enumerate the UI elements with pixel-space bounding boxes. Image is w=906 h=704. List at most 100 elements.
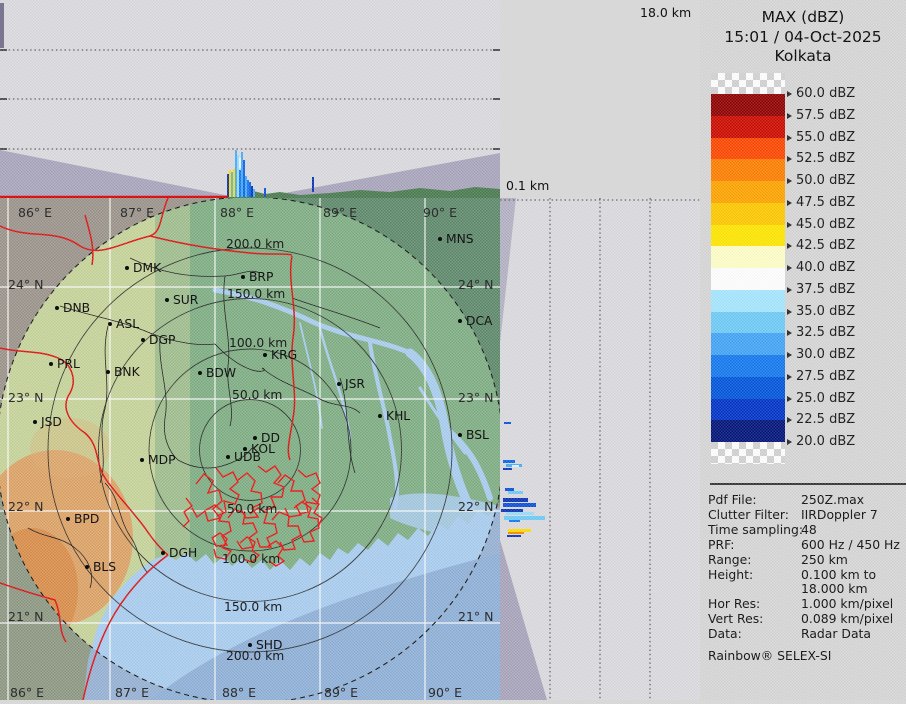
legend-swatch xyxy=(711,333,785,355)
info-label: Hor Res: xyxy=(708,596,761,612)
city-label: JSR xyxy=(345,377,365,391)
info-row: PRF: 600 Hz / 450 Hz xyxy=(708,536,902,553)
legend-swatch xyxy=(711,442,785,464)
legend-label: 60.0 dBZ xyxy=(787,87,855,101)
tick-arrow-icon xyxy=(787,112,792,119)
latitude-label: 21° N xyxy=(8,609,44,624)
side-projection-graphic xyxy=(500,198,700,700)
info-value: 0.100 km to 18.000 km xyxy=(801,566,877,597)
city-marker xyxy=(161,551,165,555)
range-ring-label: 100.0 km xyxy=(229,336,288,350)
city-label: BRP xyxy=(249,270,274,284)
city-label: DGP xyxy=(149,333,176,347)
info-value: 0.089 km/pixel xyxy=(801,611,894,627)
range-ring-label: 150.0 km xyxy=(224,600,283,614)
tick-arrow-icon xyxy=(787,330,792,337)
legend-label: 52.5 dBZ xyxy=(787,152,855,166)
city-marker xyxy=(438,237,442,241)
legend-swatch xyxy=(711,376,785,399)
city-label: BSL xyxy=(466,428,489,442)
legend-swatch xyxy=(711,246,785,268)
info-value: IIRDoppler 7 xyxy=(801,506,878,522)
legend-label: 57.5 dBZ xyxy=(787,107,856,123)
longitude-label: 90° E xyxy=(428,685,463,700)
city-marker xyxy=(337,382,341,386)
legend-value: 60.0 dBZ xyxy=(796,86,856,101)
legend-value: 37.5 dBZ xyxy=(796,281,856,297)
legend-swatch xyxy=(711,159,785,181)
legend-swatch xyxy=(711,224,785,247)
map-label-layer: MNS DMK BRP SUR DNB DCA ASL DGP KRG PRL BNK BDW JSR K… xyxy=(0,198,500,700)
tick-arrow-icon xyxy=(787,265,792,271)
height-axis-min-label: 0.1 km xyxy=(506,178,550,193)
city-marker xyxy=(108,322,112,326)
city-marker xyxy=(49,362,53,366)
height-axis-max-label: 18.0 km xyxy=(640,5,692,20)
city-marker xyxy=(140,458,144,462)
city-marker xyxy=(241,275,245,279)
legend-value: 55.0 dBZ xyxy=(796,129,856,145)
city-label: JSD xyxy=(41,415,62,429)
city-label: KRG xyxy=(271,348,298,362)
legend-value: 20.0 dBZ xyxy=(796,434,856,449)
info-rows: Pdf File: 250Z.max Clutter Filter: IIRDoppl… xyxy=(708,492,902,642)
legend-swatch xyxy=(711,73,785,94)
legend-swatch xyxy=(711,289,785,312)
legend-label: 55.0 dBZ xyxy=(787,129,856,145)
legend-label: 35.0 dBZ xyxy=(787,304,855,319)
city-marker xyxy=(33,420,37,424)
tick-arrow-icon xyxy=(787,199,792,206)
latitude-label: 24° N xyxy=(8,277,44,292)
city-marker xyxy=(253,436,257,440)
city-label: MNS xyxy=(446,232,474,246)
tick-arrow-icon xyxy=(787,221,792,228)
tick-arrow-icon xyxy=(787,134,792,141)
tick-arrow-icon xyxy=(787,373,792,380)
city-label: BNK xyxy=(114,365,140,379)
city-marker xyxy=(106,370,110,374)
tick-arrow-icon xyxy=(787,243,792,250)
info-label: Pdf File: xyxy=(708,492,757,507)
latitude-label: 23° N xyxy=(8,390,44,405)
legend-label: 30.0 dBZ xyxy=(787,348,855,362)
legend-swatch xyxy=(711,311,785,334)
longitude-label: 87° E xyxy=(120,205,155,220)
tick-arrow-icon xyxy=(787,308,792,315)
tick-arrow-icon xyxy=(787,156,792,163)
city-marker xyxy=(378,414,382,418)
city-marker xyxy=(125,266,129,270)
city-label: BDW xyxy=(206,366,237,380)
legend-label: 27.5 dBZ xyxy=(787,369,855,384)
info-label: Height: xyxy=(708,566,754,582)
tick-arrow-icon xyxy=(787,178,792,184)
tick-arrow-icon xyxy=(787,417,792,424)
legend-swatch xyxy=(711,202,785,225)
longitude-label: 89° E xyxy=(323,205,358,220)
legend-value: 45.0 dBZ xyxy=(796,216,856,232)
range-ring-label: 50.0 km xyxy=(232,388,283,402)
latitude-label: 24° N xyxy=(458,277,494,292)
city-marker xyxy=(198,371,202,375)
range-ring-label: 50.0 km xyxy=(227,502,278,516)
info-value: 250 km xyxy=(801,551,848,567)
separator-line xyxy=(710,483,906,485)
info-value: 600 Hz / 450 Hz xyxy=(801,536,900,552)
city-label: DGH xyxy=(169,546,198,560)
info-row: Pdf File: 250Z.max xyxy=(708,492,902,508)
tick-arrow-icon xyxy=(787,91,792,97)
legend-label: 40.0 dBZ xyxy=(787,261,855,275)
legend-value: 32.5 dBZ xyxy=(796,325,856,341)
info-row: Hor Res: 1.000 km/pixel xyxy=(708,596,902,612)
legend-swatch xyxy=(711,115,785,138)
legend-swatch xyxy=(711,268,785,290)
city-label: DCA xyxy=(466,314,493,328)
legend-panel: MAX (dBZ) 15:01 / 04-Oct-2025 Kolkata 60… xyxy=(700,0,906,700)
legend-label: 47.5 dBZ xyxy=(787,195,855,210)
side-projection-panel xyxy=(500,198,700,700)
info-label: Clutter Filter: xyxy=(708,506,789,522)
legend-value: 57.5 dBZ xyxy=(796,107,856,123)
legend-value: 30.0 dBZ xyxy=(796,347,856,362)
city-label: DNB xyxy=(63,301,91,315)
longitude-label: 89° E xyxy=(324,685,359,700)
legend-swatch xyxy=(711,355,785,377)
